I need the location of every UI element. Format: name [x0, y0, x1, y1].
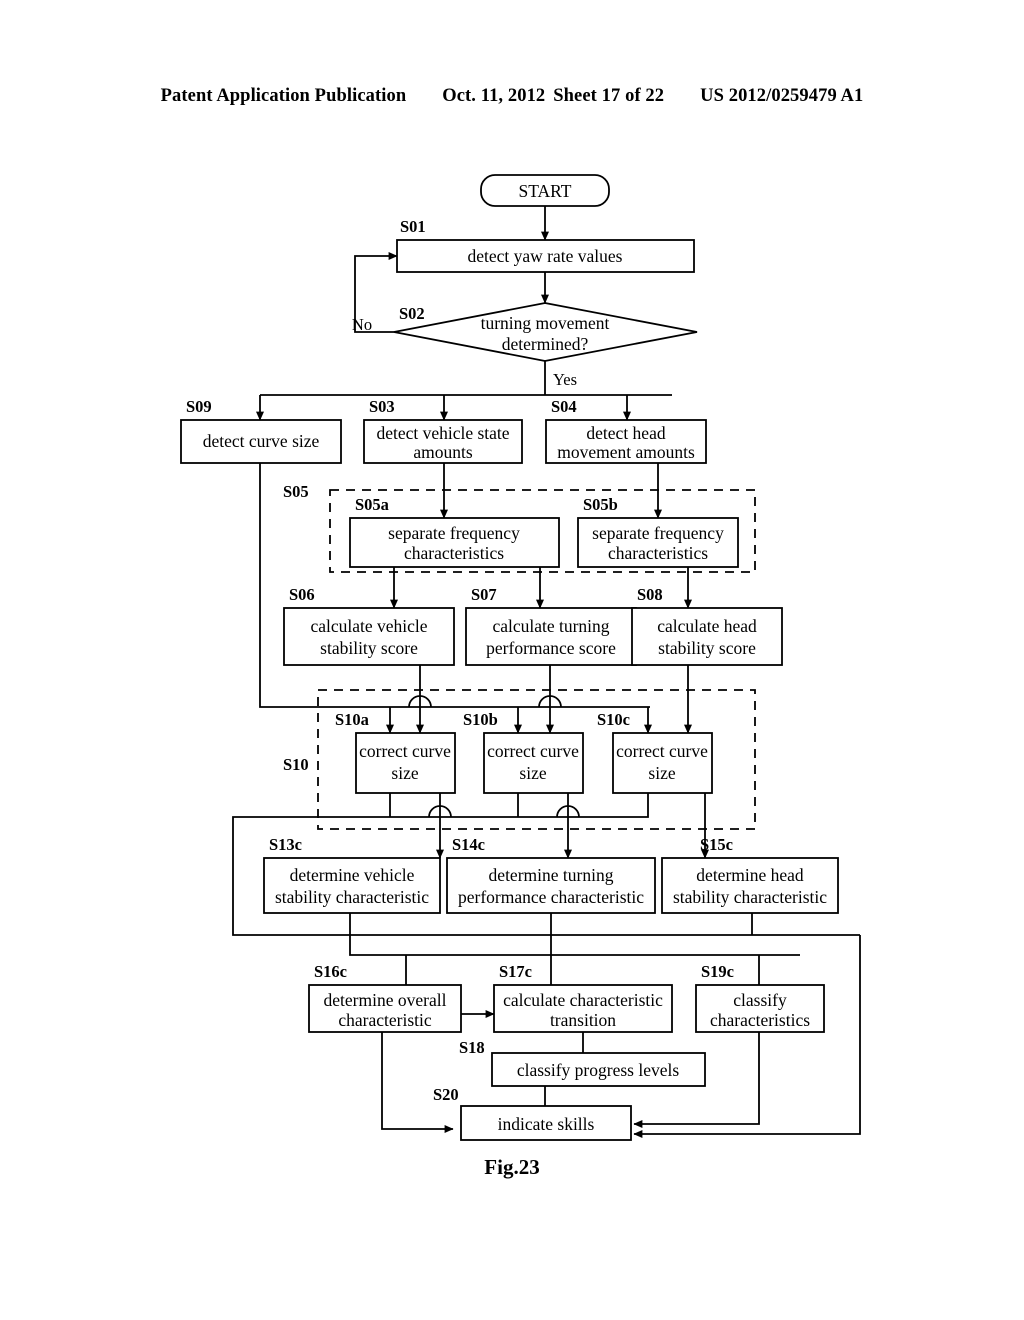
branch-label-no: No: [352, 315, 372, 334]
tag-s09: S09: [186, 397, 212, 416]
tag-s10: S10: [283, 755, 309, 774]
tag-s15c: S15c: [700, 835, 733, 854]
node-s20-label: indicate skills: [498, 1114, 595, 1134]
node-s10a-label-line2: size: [391, 763, 418, 783]
tag-s03: S03: [369, 397, 395, 416]
tag-s18: S18: [459, 1038, 485, 1057]
edge-outer-rail-to-s20: [633, 935, 861, 1138]
node-s05b-label-line1: separate frequency: [592, 523, 724, 543]
node-s06-label-line2: stability score: [320, 638, 418, 658]
node-s16c-label-line2: characteristic: [338, 1010, 432, 1030]
tag-s06: S06: [289, 585, 315, 604]
node-s03-label-line2: amounts: [413, 442, 472, 462]
node-s06-label-line1: calculate vehicle: [310, 616, 427, 636]
tag-s10b: S10b: [463, 710, 498, 729]
tag-s13c: S13c: [269, 835, 302, 854]
tag-s10c: S10c: [597, 710, 630, 729]
tag-s05b: S05b: [583, 495, 618, 514]
tag-s05a: S05a: [355, 495, 389, 514]
node-s09-label: detect curve size: [203, 431, 320, 451]
tag-s02: S02: [399, 304, 425, 323]
tag-s04: S04: [551, 397, 577, 416]
node-s17c-label-line2: transition: [550, 1010, 616, 1030]
node-s10c-label-line1: correct curve: [616, 741, 708, 761]
node-s07-label-line2: performance score: [486, 638, 616, 658]
tag-s14c: S14c: [452, 835, 485, 854]
node-s04-label-line2: movement amounts: [557, 442, 695, 462]
tag-s05: S05: [283, 482, 309, 501]
node-s05b-label-line2: characteristics: [608, 543, 708, 563]
node-s10b-label-line1: correct curve: [487, 741, 579, 761]
node-s02-label-line2: determined?: [502, 334, 589, 354]
tag-s19c: S19c: [701, 962, 734, 981]
node-s18-label: classify progress levels: [517, 1060, 680, 1080]
node-s03-label-line1: detect vehicle state: [376, 423, 509, 443]
branch-label-yes: Yes: [553, 370, 577, 389]
node-s10a-label-line1: correct curve: [359, 741, 451, 761]
edge-s13c-out: [349, 913, 800, 956]
node-s15c-label-line1: determine head: [696, 865, 804, 885]
node-s19c-label-line1: classify: [733, 990, 787, 1010]
node-s14c-label-line2: performance characteristic: [458, 887, 644, 907]
tag-s08: S08: [637, 585, 663, 604]
node-s14c-label-line1: determine turning: [489, 865, 614, 885]
tag-s10a: S10a: [335, 710, 369, 729]
node-s13c-label-line1: determine vehicle: [290, 865, 415, 885]
figure-caption: Fig.23: [484, 1155, 540, 1179]
flowchart-diagram: START detect yaw rate values S01 turning…: [180, 174, 861, 1141]
node-s08-label-line1: calculate head: [657, 616, 757, 636]
tag-s01: S01: [400, 217, 426, 236]
node-s05a-label-line1: separate frequency: [388, 523, 520, 543]
node-s10c-label-line2: size: [648, 763, 675, 783]
node-s19c-label-line2: characteristics: [710, 1010, 810, 1030]
tag-s17c: S17c: [499, 962, 532, 981]
node-start-label: START: [519, 181, 572, 201]
node-s10b-label-line2: size: [519, 763, 546, 783]
node-s17c-label-line1: calculate characteristic: [503, 990, 663, 1010]
node-s01-label: detect yaw rate values: [468, 246, 623, 266]
node-s05a-label-line2: characteristics: [404, 543, 504, 563]
tag-s20: S20: [433, 1085, 459, 1104]
node-s07-label-line1: calculate turning: [492, 616, 609, 636]
edge-s16c-to-s20: [381, 1032, 454, 1133]
tag-s07: S07: [471, 585, 497, 604]
node-s04-label-line1: detect head: [586, 423, 665, 443]
node-s08-label-line2: stability score: [658, 638, 756, 658]
patent-figure-page: Patent Application Publication Oct. 11, …: [0, 0, 1024, 1320]
node-s02-label-line1: turning movement: [481, 313, 610, 333]
node-s15c-label-line2: stability characteristic: [673, 887, 827, 907]
node-s16c-label-line1: determine overall: [324, 990, 447, 1010]
tag-s16c: S16c: [314, 962, 347, 981]
node-s13c-label-line2: stability characteristic: [275, 887, 429, 907]
